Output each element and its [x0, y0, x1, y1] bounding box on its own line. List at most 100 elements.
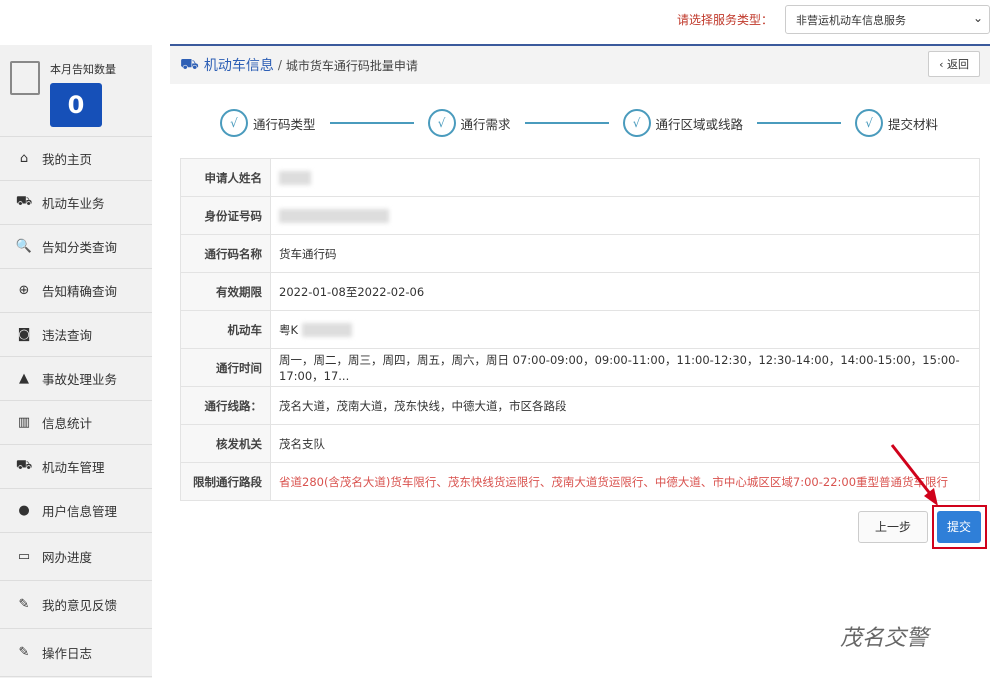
chevron-down-icon: ⌄	[972, 11, 983, 25]
home-icon: ⌂	[19, 151, 29, 166]
sidebar-item-label: 告知分类查询	[42, 240, 118, 255]
sidebar-item[interactable]: ⊕ 告知精确查询	[0, 269, 152, 313]
field-value: 周一，周二，周三，周四，周五，周六，周日 07:00-09:00，09:00-1…	[270, 348, 980, 387]
step-connector	[524, 122, 609, 124]
sidebar-item[interactable]: ✎ 操作日志	[0, 629, 152, 677]
watermark: 茂名交警	[840, 626, 929, 651]
field-value-text: 省道280(含茂名大道)货车限行、茂东快线货运限行、茂南大道货运限行、中德大道、…	[279, 474, 949, 489]
document-icon	[10, 61, 40, 95]
field-value-text: 茂名大道，茂南大道，茂东快线，中德大道，市区各路段	[279, 398, 567, 413]
sidebar-item[interactable]: 🔍 告知分类查询	[0, 225, 152, 269]
check-icon: √	[855, 109, 884, 137]
sidebar-item-label: 信息统计	[42, 416, 93, 431]
monthly-notice-count: 本月告知数量 0	[0, 45, 152, 137]
field-label: 通行时间	[180, 348, 271, 387]
bar-chart-icon: ▥	[17, 415, 31, 430]
redacted	[279, 208, 389, 223]
sidebar-item[interactable]: ▭ 网办进度	[0, 533, 152, 581]
stat-value[interactable]: 0	[50, 83, 102, 127]
step-label: 通行区域或线路	[655, 116, 744, 132]
check-icon: √	[622, 109, 651, 137]
redacted	[301, 323, 352, 337]
truck-icon: ⛟	[15, 194, 33, 209]
user-icon: ●	[18, 503, 30, 518]
step: √ 通行需求	[427, 109, 511, 137]
field-label: 通行码名称	[180, 234, 271, 273]
sidebar-item[interactable]: ▥ 信息统计	[0, 401, 152, 445]
service-type-value: 非营运机动车信息服务	[796, 14, 906, 27]
field-value-text: 粤K	[279, 322, 299, 337]
table-row: 通行时间 周一，周二，周三，周四，周五，周六，周日 07:00-09:00，09:…	[180, 348, 980, 387]
sidebar-item-label: 我的意见反馈	[42, 598, 118, 613]
step-label: 通行需求	[460, 116, 511, 132]
table-row: 通行码名称 货车通行码	[180, 234, 980, 273]
check-icon: √	[220, 109, 248, 137]
field-value-text: 2022-01-08至2022-02-06	[279, 284, 425, 299]
top-bar: 请选择服务类型： 非营运机动车信息服务 ⌄	[0, 0, 1000, 40]
field-label: 核发机关	[180, 424, 271, 463]
sidebar-item-label: 我的主页	[42, 152, 93, 167]
sidebar-item[interactable]: ⌂ 我的主页	[0, 137, 152, 181]
previous-step-button[interactable]: 上一步	[858, 511, 928, 543]
annotation-arrow-icon	[890, 444, 938, 506]
field-label: 限制通行路段	[180, 462, 271, 501]
field-value: 茂名大道，茂南大道，茂东快线，中德大道，市区各路段	[270, 386, 980, 425]
sidebar-item[interactable]: ▲ 事故处理业务	[0, 357, 152, 401]
stat-label: 本月告知数量	[50, 63, 116, 76]
sidebar-item[interactable]: ⛟ 机动车业务	[0, 181, 152, 225]
sidebar-item[interactable]: ⛟ 机动车管理	[0, 445, 152, 489]
sidebar-item[interactable]: ● 用户信息管理	[0, 489, 152, 533]
sidebar-item-label: 网办进度	[42, 550, 93, 565]
feedback-icon: ✎	[18, 597, 30, 612]
log-icon: ✎	[18, 645, 30, 660]
service-type-label: 请选择服务类型：	[677, 13, 774, 27]
warning-icon: ▲	[19, 371, 29, 386]
field-value-text: 茂名支队	[279, 436, 325, 451]
sidebar-item-label: 机动车管理	[42, 460, 105, 475]
camera-icon: ◙	[17, 327, 31, 342]
field-value: 省道280(含茂名大道)货车限行、茂东快线货运限行、茂南大道货运限行、中德大道、…	[270, 462, 980, 501]
main-panel: ⛟ 机动车信息 / 城市货车通行码批量申请 ‹ 返回 √ 通行码类型 √ 通行需求 √ 通…	[170, 44, 990, 137]
sidebar-item[interactable]: ◙ 违法查询	[0, 313, 152, 357]
field-label: 通行线路：	[180, 386, 271, 425]
step: √ 通行区域或线路	[622, 109, 744, 137]
field-value-text: 货车通行码	[279, 246, 337, 261]
field-value: 茂名支队	[270, 424, 980, 463]
truck-icon: ⛟	[15, 458, 33, 473]
sidebar-item-label: 告知精确查询	[42, 284, 118, 299]
service-type-select[interactable]: 非营运机动车信息服务 ⌄	[785, 5, 990, 34]
sidebar-item-label: 机动车业务	[42, 196, 105, 211]
table-row: 有效期限 2022-01-08至2022-02-06	[180, 272, 980, 311]
field-value: 2022-01-08至2022-02-06	[270, 272, 980, 311]
back-button[interactable]: ‹ 返回	[928, 51, 980, 77]
step-connector	[757, 122, 842, 124]
truck-icon: ⛟	[180, 55, 199, 73]
step-label: 通行码类型	[253, 116, 316, 132]
progress-icon: ▭	[17, 549, 31, 564]
step: √ 通行码类型	[220, 109, 316, 137]
zoom-in-icon: ⊕	[18, 283, 30, 298]
field-value: 粤K	[270, 310, 980, 349]
step-label: 提交材料	[888, 116, 939, 132]
search-icon: 🔍	[15, 239, 33, 254]
step-connector	[329, 122, 414, 124]
sidebar-item-label: 违法查询	[42, 328, 93, 343]
field-value	[270, 158, 980, 197]
redacted	[279, 170, 311, 185]
breadcrumb-separator: /	[277, 58, 282, 72]
table-row: 身份证号码	[180, 196, 980, 235]
table-row: 通行线路： 茂名大道，茂南大道，茂东快线，中德大道，市区各路段	[180, 386, 980, 425]
breadcrumb-section[interactable]: 机动车信息	[204, 55, 274, 75]
sidebar-item-label: 事故处理业务	[42, 372, 118, 387]
field-label: 申请人姓名	[180, 158, 271, 197]
highlight-box	[932, 505, 987, 549]
field-value-text: 周一，周二，周三，周四，周五，周六，周日 07:00-09:00，09:00-1…	[279, 352, 960, 383]
field-label: 身份证号码	[180, 196, 271, 235]
sidebar-item-label: 用户信息管理	[42, 504, 118, 519]
table-row: 限制通行路段 省道280(含茂名大道)货车限行、茂东快线货运限行、茂南大道货运限行…	[180, 462, 980, 501]
sidebar-item[interactable]: ✎ 我的意见反馈	[0, 581, 152, 629]
field-value: 货车通行码	[270, 234, 980, 273]
check-icon: √	[427, 109, 456, 137]
field-label: 有效期限	[180, 272, 271, 311]
field-value	[270, 196, 980, 235]
